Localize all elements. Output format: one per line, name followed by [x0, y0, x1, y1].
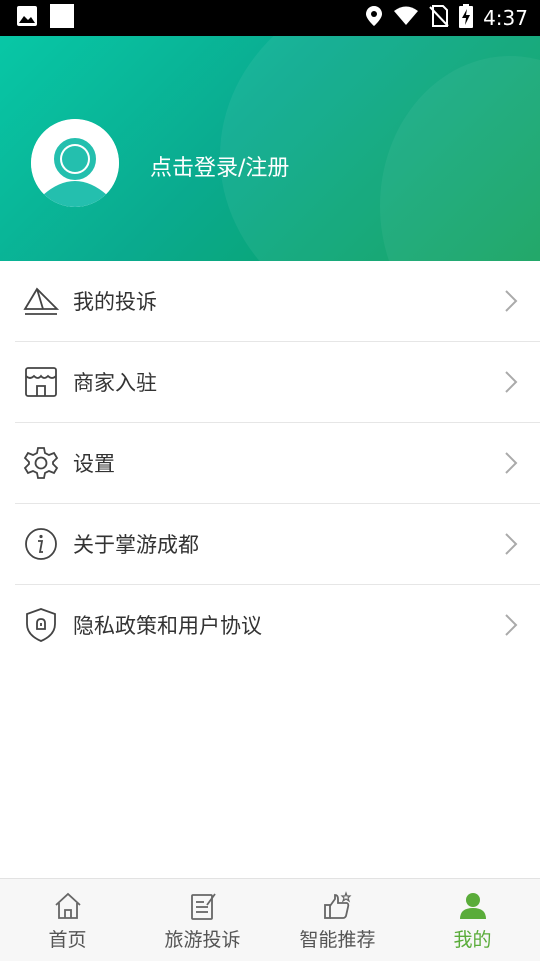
profile-header: 点击登录/注册: [0, 36, 540, 261]
home-icon: [53, 891, 83, 921]
menu-item-privacy-policy[interactable]: 隐私政策和用户协议: [15, 585, 540, 665]
menu-item-settings[interactable]: 设置: [15, 423, 540, 504]
chevron-right-icon: [504, 289, 518, 313]
menu-item-label: 关于掌游成都: [73, 533, 199, 557]
menu-item-label: 商家入驻: [73, 371, 157, 395]
edit-note-icon: [188, 891, 218, 921]
chevron-right-icon: [504, 613, 518, 637]
menu-item-about[interactable]: 关于掌游成都: [15, 504, 540, 585]
nav-travel-complaints[interactable]: 旅游投诉: [135, 879, 270, 961]
chevron-right-icon: [504, 532, 518, 556]
gear-icon: [23, 445, 59, 481]
image-icon: [16, 5, 38, 31]
nav-label: 首页: [48, 929, 87, 951]
menu-item-merchant-join[interactable]: 商家入驻: [15, 342, 540, 423]
menu-item-label: 设置: [73, 452, 115, 476]
store-icon: [23, 364, 59, 400]
chevron-right-icon: [504, 370, 518, 394]
no-sim-icon: [429, 5, 449, 31]
login-register-link[interactable]: 点击登录/注册: [150, 150, 289, 182]
nav-label: 智能推荐: [299, 929, 376, 951]
location-icon: [365, 5, 383, 31]
nav-label: 我的: [453, 929, 492, 951]
nav-label: 旅游投诉: [164, 929, 241, 951]
nav-smart-recommend[interactable]: 智能推荐: [270, 879, 405, 961]
profile-menu: 我的投诉 商家入驻 设置 关于掌游成都 隐私政策和用户协议: [0, 261, 540, 665]
user-icon: [458, 891, 488, 921]
thumbs-up-icon: [323, 891, 353, 921]
wifi-icon: [393, 6, 419, 30]
nav-home[interactable]: 首页: [0, 879, 135, 961]
menu-item-label: 隐私政策和用户协议: [73, 614, 262, 638]
square-icon: [50, 4, 74, 32]
bottom-nav: 首页 旅游投诉 智能推荐 我的: [0, 878, 540, 961]
chevron-right-icon: [504, 451, 518, 475]
menu-item-label: 我的投诉: [73, 290, 157, 314]
shield-lock-icon: [23, 607, 59, 643]
status-time: 4:37: [483, 6, 528, 30]
battery-charging-icon: [459, 4, 474, 32]
user-avatar-icon[interactable]: [31, 119, 119, 207]
complaint-paper-plane-icon: [23, 283, 59, 319]
nav-mine[interactable]: 我的: [405, 879, 540, 961]
menu-item-my-complaints[interactable]: 我的投诉: [15, 261, 540, 342]
info-icon: [23, 526, 59, 562]
status-bar: 4:37: [0, 0, 540, 36]
